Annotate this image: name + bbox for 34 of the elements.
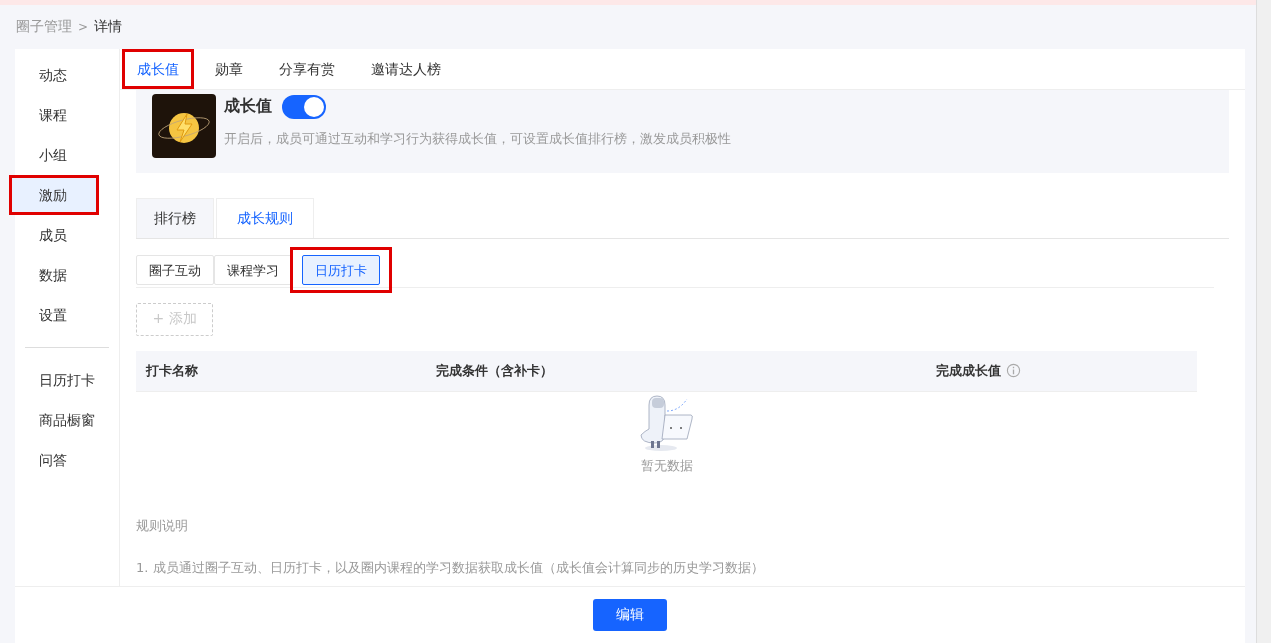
empty-text: 暂无数据: [640, 456, 693, 475]
rule-text: 1. 成员通过圈子互动、日历打卡，以及圈内课程的学习数据获取成长值（成长值会计算同步的历史学习数据）: [136, 558, 765, 577]
sidebar-item[interactable]: 动态: [12, 57, 96, 92]
sidebar-item[interactable]: 激励: [12, 177, 96, 212]
sidebar-item[interactable]: 设置: [12, 297, 96, 332]
segment-button[interactable]: 日历打卡: [302, 254, 380, 285]
tab[interactable]: 排行榜: [136, 197, 214, 238]
sidebar-item[interactable]: 数据: [12, 257, 96, 292]
sidebar-item[interactable]: 课程: [12, 97, 96, 132]
feature-title: 成长值: [224, 96, 272, 118]
breadcrumb-current: 详情: [94, 17, 123, 36]
tab[interactable]: 分享有赏: [267, 51, 347, 86]
column-header: 完成成长值: [936, 361, 1001, 380]
column-header: 完成条件（含补卡）: [436, 361, 553, 380]
column-header: 打卡名称: [146, 361, 198, 380]
sidebar-item[interactable]: 成员: [12, 217, 96, 252]
tab[interactable]: 成长值: [125, 51, 191, 86]
toggle-switch[interactable]: [282, 94, 326, 119]
sidebar-item[interactable]: 问答: [12, 442, 96, 477]
tab[interactable]: 邀请达人榜: [359, 51, 453, 86]
rules-title: 规则说明: [136, 516, 189, 535]
sidebar-item[interactable]: 小组: [12, 137, 96, 172]
feature-description: 开启后，成员可通过互动和学习行为获得成长值，可设置成长值排行榜，激发成员积极性: [224, 129, 731, 148]
sidebar-item[interactable]: 日历打卡: [12, 362, 96, 397]
scrollbar[interactable]: [1256, 0, 1271, 643]
edit-button[interactable]: 编辑: [593, 599, 667, 632]
tab[interactable]: 成长规则: [216, 197, 314, 238]
segment-button[interactable]: 课程学习: [214, 255, 292, 286]
lightning-orb-icon: [152, 93, 216, 158]
tab[interactable]: 勋章: [203, 51, 255, 86]
breadcrumb-separator: >: [78, 19, 89, 34]
sidebar-item[interactable]: 商品橱窗: [12, 402, 96, 437]
segment-button[interactable]: 圈子互动: [136, 255, 214, 286]
info-icon[interactable]: [1006, 363, 1021, 379]
